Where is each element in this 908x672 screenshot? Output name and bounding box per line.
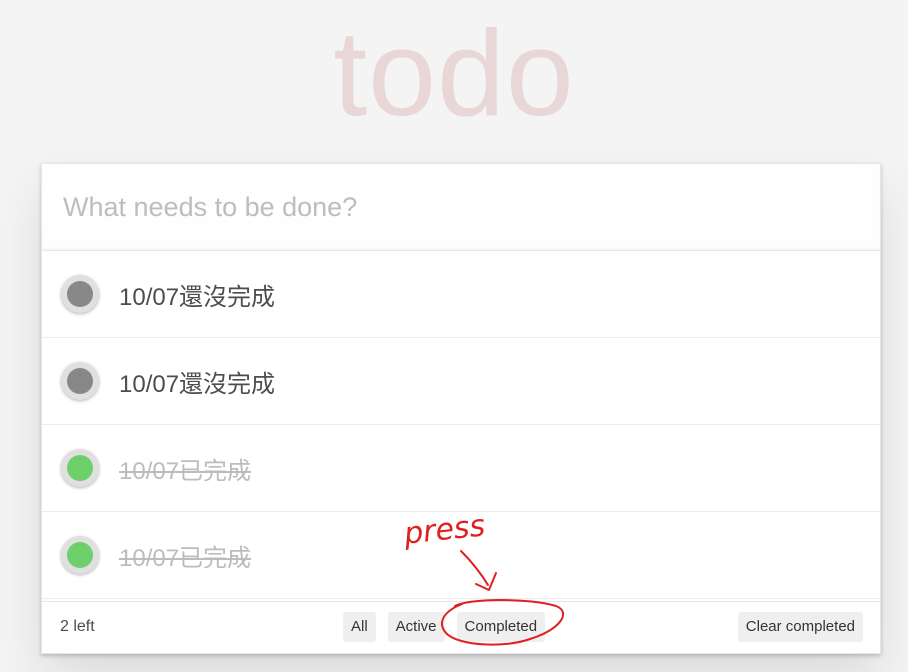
toggle-dot-icon <box>67 281 93 307</box>
filter-completed-button[interactable]: Completed <box>456 612 546 642</box>
todo-app: 10/07還沒完成 10/07還沒完成 10/07已完成 10/07已完成 2 … <box>41 163 881 654</box>
todo-toggle-checkbox[interactable] <box>61 449 99 487</box>
filter-group: All Active Completed <box>343 612 546 642</box>
todo-item: 10/07還沒完成 <box>42 251 880 338</box>
toggle-dot-icon <box>67 368 93 394</box>
todo-toggle-checkbox[interactable] <box>61 362 99 400</box>
todo-count: 2 left <box>60 618 95 635</box>
todo-toggle-checkbox[interactable] <box>61 275 99 313</box>
todo-item: 10/07還沒完成 <box>42 338 880 425</box>
clear-completed-button[interactable]: Clear completed <box>737 612 863 642</box>
filter-all-button[interactable]: All <box>343 612 376 642</box>
todo-item: 10/07已完成 <box>42 512 880 599</box>
todo-list: 10/07還沒完成 10/07還沒完成 10/07已完成 10/07已完成 <box>42 251 880 599</box>
todo-item: 10/07已完成 <box>42 425 880 512</box>
todo-toggle-checkbox[interactable] <box>61 536 99 574</box>
todo-label[interactable]: 10/07還沒完成 <box>119 364 275 399</box>
toggle-dot-icon <box>67 455 93 481</box>
todo-footer: 2 left All Active Completed Clear comple… <box>42 601 880 653</box>
todo-label[interactable]: 10/07已完成 <box>119 451 251 486</box>
todo-label[interactable]: 10/07還沒完成 <box>119 277 275 312</box>
new-todo-input[interactable] <box>42 164 880 251</box>
app-title: todo <box>333 5 575 141</box>
todo-label[interactable]: 10/07已完成 <box>119 538 251 573</box>
filter-active-button[interactable]: Active <box>387 612 445 642</box>
toggle-dot-icon <box>67 542 93 568</box>
